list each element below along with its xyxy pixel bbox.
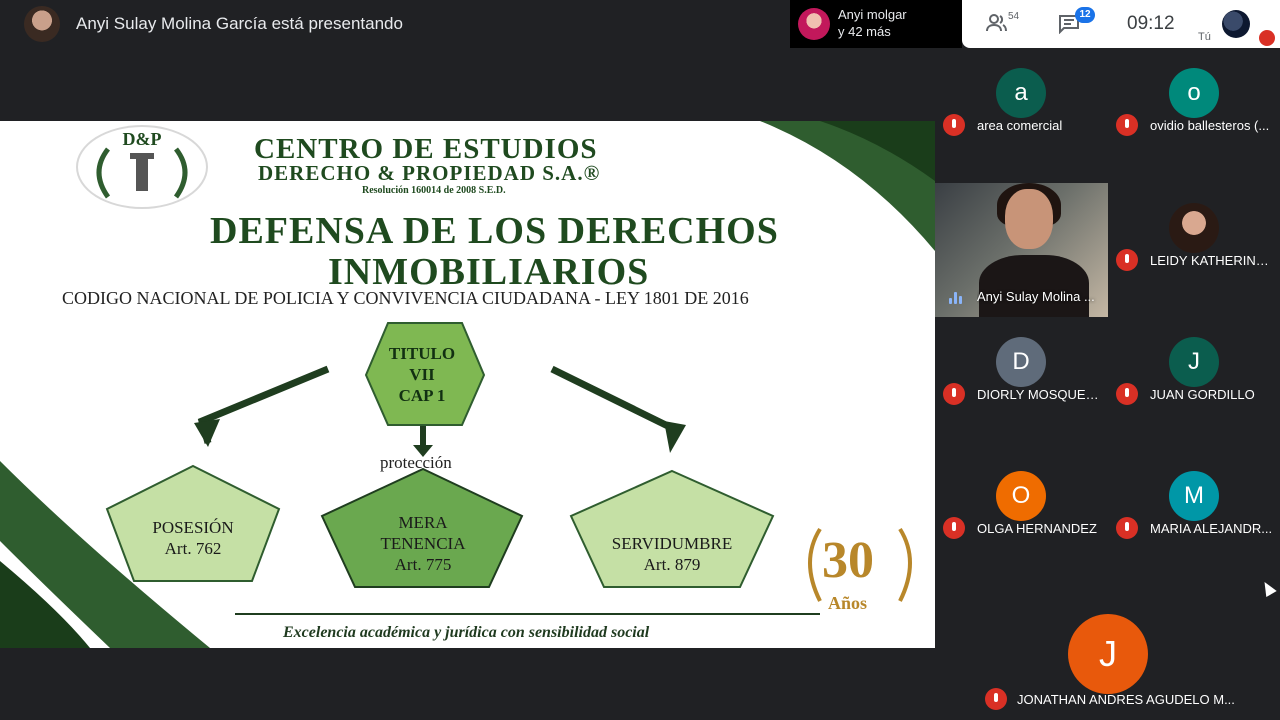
presenter-avatar	[24, 6, 60, 42]
dp-logo: D&P	[76, 125, 208, 209]
participant-tile[interactable]: o ovidio ballesteros (...	[1108, 48, 1280, 182]
participant-tile[interactable]: J JUAN GORDILLO	[1108, 317, 1280, 451]
participant-tile[interactable]: J JONATHAN ANDRES AGUDELO M...	[975, 586, 1240, 720]
arrow-right	[550, 365, 680, 435]
video-person	[1005, 189, 1053, 249]
presentation-slide: D&P CENTRO DE ESTUDIOS DERECHO & PROPIED…	[0, 121, 935, 648]
participant-avatar	[1169, 203, 1219, 253]
hexagon-text: TITULO VII CAP 1	[388, 344, 456, 405]
resolution-text: Resolución 160014 de 2008 S.E.D.	[362, 185, 506, 196]
participant-avatar: M	[1169, 471, 1219, 521]
participant-tile[interactable]: O OLGA HERNANDEZ	[935, 451, 1107, 585]
people-icon[interactable]	[986, 14, 1008, 32]
participant-avatar: D	[996, 337, 1046, 387]
meeting-controls: 54 12 09:12 Tú	[962, 0, 1280, 48]
video-person	[979, 255, 1089, 317]
org-name-line-2: DERECHO & PROPIEDAD S.A.®	[258, 161, 601, 185]
mic-off-icon	[1116, 249, 1138, 271]
participant-tile[interactable]: M MARIA ALEJANDR...	[1108, 451, 1280, 585]
participant-tile[interactable]: a area comercial	[935, 48, 1107, 182]
others-line-2: y 42 más	[838, 24, 891, 39]
laurel-icon	[96, 147, 188, 199]
participant-name: MARIA ALEJANDR...	[1150, 521, 1273, 536]
people-count: 54	[1008, 11, 1020, 22]
chat-unread-badge: 12	[1075, 7, 1095, 23]
participant-avatar: a	[996, 68, 1046, 118]
arrow-left-head	[194, 419, 220, 447]
other-participants-chip[interactable]: Anyi molgar y 42 más	[790, 0, 962, 48]
mic-off-icon	[1116, 383, 1138, 405]
mic-off-icon	[943, 517, 965, 539]
participant-avatar: O	[996, 471, 1046, 521]
participant-name: LEIDY KATHERINE ...	[1150, 253, 1276, 268]
arrow-right-head	[664, 421, 686, 453]
participant-name: area comercial	[977, 118, 1063, 133]
mic-off-icon	[1116, 114, 1138, 136]
slide-footer: Excelencia académica y jurídica con sens…	[283, 624, 650, 641]
posesion-text: POSESIÓN Art. 762	[152, 518, 234, 558]
participant-avatar: J	[1068, 614, 1148, 694]
speaking-indicator-icon	[949, 292, 963, 304]
self-label: Tú	[1198, 31, 1211, 43]
tenencia-text: MERA TENENCIA Art. 775	[380, 513, 466, 574]
clock: 09:12	[1127, 13, 1175, 34]
mic-off-icon	[943, 114, 965, 136]
servidumbre-text: SERVIDUMBRE Art. 879	[611, 534, 733, 574]
self-avatar[interactable]	[1222, 10, 1250, 38]
mic-off-icon	[1116, 517, 1138, 539]
anniversary-badge: 30 Años	[822, 532, 874, 613]
slide-title-line-1: DEFENSA DE LOS DERECHOS	[210, 210, 779, 252]
participant-name: OLGA HERNANDEZ	[977, 521, 1097, 536]
mic-off-icon	[943, 383, 965, 405]
participant-avatar: J	[1169, 337, 1219, 387]
participant-tile[interactable]: D DIORLY MOSQUERA	[935, 317, 1107, 451]
participant-avatar	[798, 8, 830, 40]
participant-name: DIORLY MOSQUERA	[977, 387, 1103, 402]
mic-off-icon	[1259, 30, 1275, 46]
presenter-status-text: Anyi Sulay Molina García está presentand…	[76, 14, 403, 33]
participant-name: ovidio ballesteros (...	[1150, 118, 1270, 133]
others-line-1: Anyi molgar	[838, 7, 907, 22]
participant-name: JUAN GORDILLO	[1150, 387, 1255, 402]
mic-off-icon	[985, 688, 1007, 710]
participant-video-tile[interactable]: Anyi Sulay Molina ...	[935, 183, 1108, 317]
slide-subtitle: CODIGO NACIONAL DE POLICIA Y CONVIVENCIA…	[62, 288, 749, 308]
participant-name: JONATHAN ANDRES AGUDELO M...	[1017, 692, 1235, 707]
participant-tile[interactable]: LEIDY KATHERINE ...	[1108, 183, 1280, 317]
participant-name: Anyi Sulay Molina ...	[977, 289, 1095, 304]
arrow-left	[197, 365, 330, 444]
participant-avatar: o	[1169, 68, 1219, 118]
proteccion-label: protección	[380, 453, 452, 472]
